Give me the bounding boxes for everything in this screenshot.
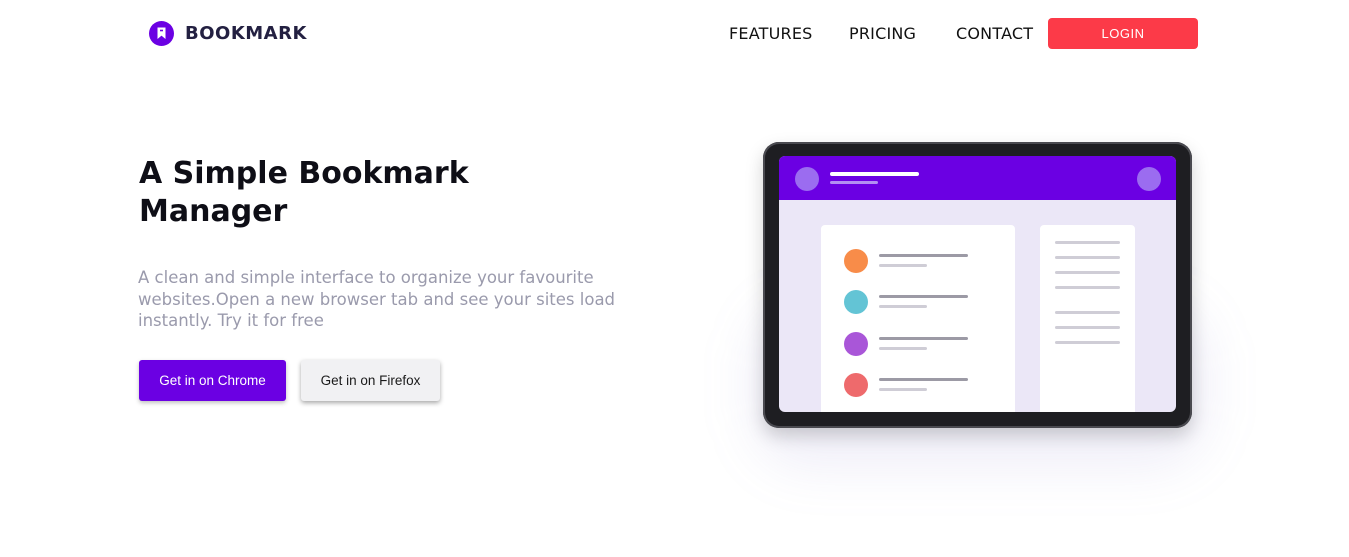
mock-side-line (1055, 241, 1120, 244)
mock-side-line (1055, 271, 1120, 274)
mock-list-item (844, 373, 994, 397)
site-header: BOOKMARK FEATURES PRICING CONTACT LOGIN (0, 0, 1349, 68)
mock-profile-circle (1137, 167, 1161, 191)
hero-title: A Simple Bookmark Manager (139, 155, 499, 231)
hero-description-line: A clean and simple interface to organize… (138, 268, 594, 287)
login-button[interactable]: LOGIN (1048, 18, 1198, 49)
mock-side-line (1055, 286, 1120, 289)
brand-logo[interactable]: BOOKMARK (149, 21, 307, 46)
mock-side-line (1055, 256, 1120, 259)
hero-title-line: Manager (139, 194, 288, 229)
mock-title-line (830, 172, 919, 176)
mock-subtitle-line (830, 181, 878, 184)
nav-link-pricing[interactable]: PRICING (849, 24, 916, 43)
mock-list-line (879, 378, 968, 381)
mock-list-line (879, 337, 968, 340)
mock-side-line (1055, 311, 1120, 314)
mock-list-item (844, 290, 994, 314)
get-chrome-button[interactable]: Get in on Chrome (139, 360, 286, 401)
hero-description-line: instantly. Try it for free (138, 311, 324, 330)
mock-side-line (1055, 341, 1120, 344)
mock-list-line (879, 347, 927, 350)
mock-list-dot (844, 249, 868, 273)
mock-list-dot (844, 332, 868, 356)
hero-title-line: A Simple Bookmark (139, 156, 469, 191)
mock-list-line (879, 305, 927, 308)
mock-list-item (844, 249, 994, 273)
nav-link-features[interactable]: FEATURES (729, 24, 812, 43)
mock-list-line (879, 295, 968, 298)
mock-list-line (879, 254, 968, 257)
mock-list-dot (844, 290, 868, 314)
tablet-screen (779, 156, 1176, 412)
mock-side-line (1055, 326, 1120, 329)
landing-page: BOOKMARK FEATURES PRICING CONTACT LOGIN … (0, 0, 1349, 557)
mock-bookmark-list (821, 225, 1015, 412)
mock-list-line (879, 388, 927, 391)
get-firefox-button[interactable]: Get in on Firefox (301, 360, 440, 401)
mock-list-item (844, 332, 994, 356)
mock-list-line (879, 264, 927, 267)
mock-avatar (795, 167, 819, 191)
brand-name: BOOKMARK (185, 23, 307, 44)
hero-description: A clean and simple interface to organize… (138, 267, 618, 332)
bookmark-icon (149, 21, 174, 46)
mock-topbar (779, 156, 1176, 200)
mock-list-dot (844, 373, 868, 397)
hero-description-line: websites.Open a new browser tab and see … (138, 289, 616, 309)
mock-side-panel (1040, 225, 1135, 412)
nav-link-contact[interactable]: CONTACT (956, 24, 1033, 43)
